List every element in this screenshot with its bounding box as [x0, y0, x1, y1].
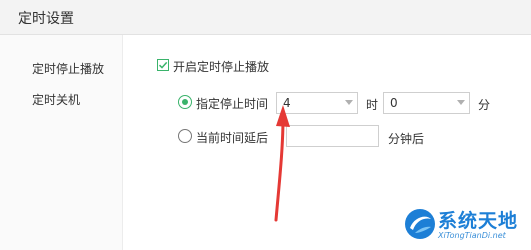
timer-settings-dialog: 定时设置 定时停止播放 定时关机 开启定时停止播放 指定停止时间 4 时 0 分…	[0, 0, 531, 250]
hour-value: 4	[283, 96, 291, 110]
specific-time-label: 指定停止时间	[196, 97, 269, 111]
settings-sidebar: 定时停止播放 定时关机	[0, 35, 123, 250]
check-icon	[158, 61, 168, 69]
enable-timed-stop-label: 开启定时停止播放	[173, 60, 270, 74]
radio-selected-dot	[182, 99, 188, 105]
hour-select[interactable]: 4	[276, 92, 358, 114]
chevron-down-icon	[457, 100, 465, 105]
minute-select[interactable]: 0	[383, 92, 470, 114]
watermark-logo-icon	[405, 209, 435, 239]
delay-time-radio[interactable]	[178, 129, 192, 143]
delay-time-label: 当前时间延后	[196, 131, 269, 145]
delay-minutes-input[interactable]	[286, 125, 379, 147]
dialog-title: 定时设置	[18, 11, 74, 27]
watermark-brand: 系统天地	[438, 210, 519, 232]
minute-unit-label: 分	[478, 98, 491, 112]
sidebar-item-timed-shutdown[interactable]: 定时关机	[32, 91, 80, 108]
delay-unit-label: 分钟后	[388, 132, 425, 146]
checkbox-box[interactable]	[157, 59, 169, 71]
minute-value: 0	[390, 96, 398, 110]
specific-time-radio[interactable]	[178, 95, 192, 109]
hour-unit-label: 时	[366, 98, 379, 112]
watermark-url: XiTongTianDi.net	[438, 231, 506, 240]
site-watermark: 系统天地 XiTongTianDi.net	[400, 204, 531, 250]
sidebar-item-timed-stop[interactable]: 定时停止播放	[32, 60, 104, 77]
chevron-down-icon	[345, 100, 353, 105]
dialog-titlebar: 定时设置	[0, 0, 531, 35]
